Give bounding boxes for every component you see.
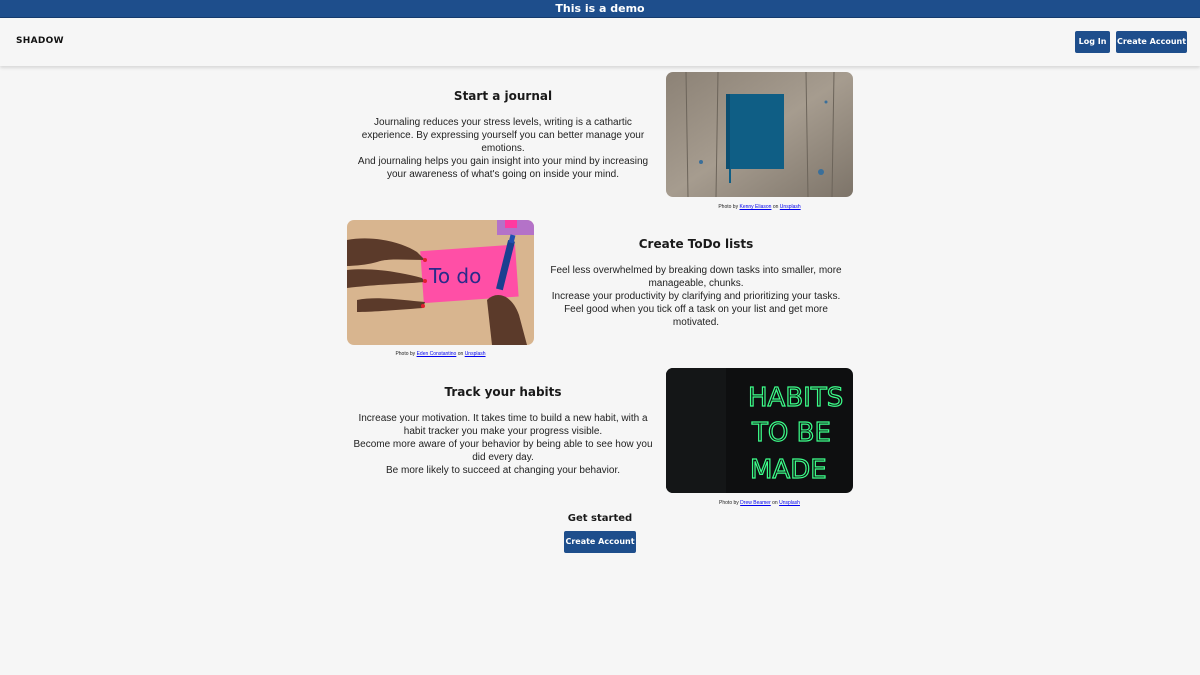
todo-image: To do bbox=[347, 220, 534, 345]
credit-author-link[interactable]: Kenny Eliason bbox=[739, 204, 771, 210]
habits-photo-line: MADE bbox=[750, 455, 827, 485]
credit-on: on bbox=[772, 204, 779, 210]
habits-paragraph: Become more aware of your behavior by be… bbox=[353, 439, 653, 463]
journal-image bbox=[666, 72, 853, 197]
habits-photo-line: TO BE bbox=[751, 418, 831, 448]
journal-paragraph: And journaling helps you gain insight in… bbox=[357, 156, 649, 180]
credit-prefix: Photo by bbox=[719, 500, 739, 506]
todo-paragraph: Feel less overwhelmed by breaking down t… bbox=[550, 265, 842, 289]
credit-prefix: Photo by bbox=[395, 351, 416, 357]
demo-banner: This is a demo bbox=[0, 0, 1200, 18]
habits-photo-line: HABITS bbox=[748, 383, 843, 413]
credit-site-link[interactable]: Unsplash bbox=[779, 500, 800, 506]
cta-create-account-button[interactable]: Create Account bbox=[564, 531, 636, 553]
todo-photo-text: To do bbox=[428, 264, 481, 288]
habits-image: HABITS TO BE MADE bbox=[666, 368, 853, 493]
credit-prefix: Photo by bbox=[718, 204, 739, 210]
journal-photo bbox=[666, 72, 853, 197]
todo-title: Create ToDo lists bbox=[638, 237, 754, 251]
todo-photo-credit: Photo by Eden Constantino on Unsplash bbox=[347, 351, 534, 357]
journal-paragraph: Journaling reduces your stress levels, w… bbox=[361, 117, 645, 154]
brand-logo[interactable]: SHADOW bbox=[16, 36, 64, 46]
credit-on: on bbox=[457, 351, 464, 357]
habits-body: Increase your motivation. It takes time … bbox=[353, 412, 653, 477]
credit-site-link[interactable]: Unsplash bbox=[465, 351, 486, 357]
journal-photo-credit: Photo by Kenny Eliason on Unsplash bbox=[666, 204, 853, 210]
create-account-button[interactable]: Create Account bbox=[1116, 31, 1187, 53]
login-button[interactable]: Log In bbox=[1075, 31, 1110, 53]
habits-title: Track your habits bbox=[444, 385, 562, 399]
navbar: SHADOW Log In Create Account bbox=[0, 18, 1200, 66]
credit-author-link[interactable]: Eden Constantino bbox=[417, 351, 457, 357]
habits-photo: HABITS TO BE MADE bbox=[666, 368, 853, 493]
credit-on: on bbox=[772, 500, 778, 506]
habits-paragraph: Increase your motivation. It takes time … bbox=[358, 413, 648, 437]
todo-paragraph: Feel good when you tick off a task on yo… bbox=[564, 304, 828, 328]
journal-title: Start a journal bbox=[453, 89, 553, 103]
habits-paragraph: Be more likely to succeed at changing yo… bbox=[385, 465, 621, 476]
credit-author-link[interactable]: Drew Beamer bbox=[740, 500, 771, 506]
habits-photo-credit: Photo by Drew Beamer on Unsplash bbox=[666, 500, 853, 506]
get-started-heading: Get started bbox=[567, 513, 633, 524]
todo-paragraph: Increase your productivity by clarifying… bbox=[551, 291, 841, 302]
todo-photo: To do bbox=[347, 220, 534, 345]
journal-body: Journaling reduces your stress levels, w… bbox=[353, 116, 653, 181]
todo-body: Feel less overwhelmed by breaking down t… bbox=[546, 264, 846, 329]
credit-site-link[interactable]: Unsplash bbox=[780, 204, 801, 210]
